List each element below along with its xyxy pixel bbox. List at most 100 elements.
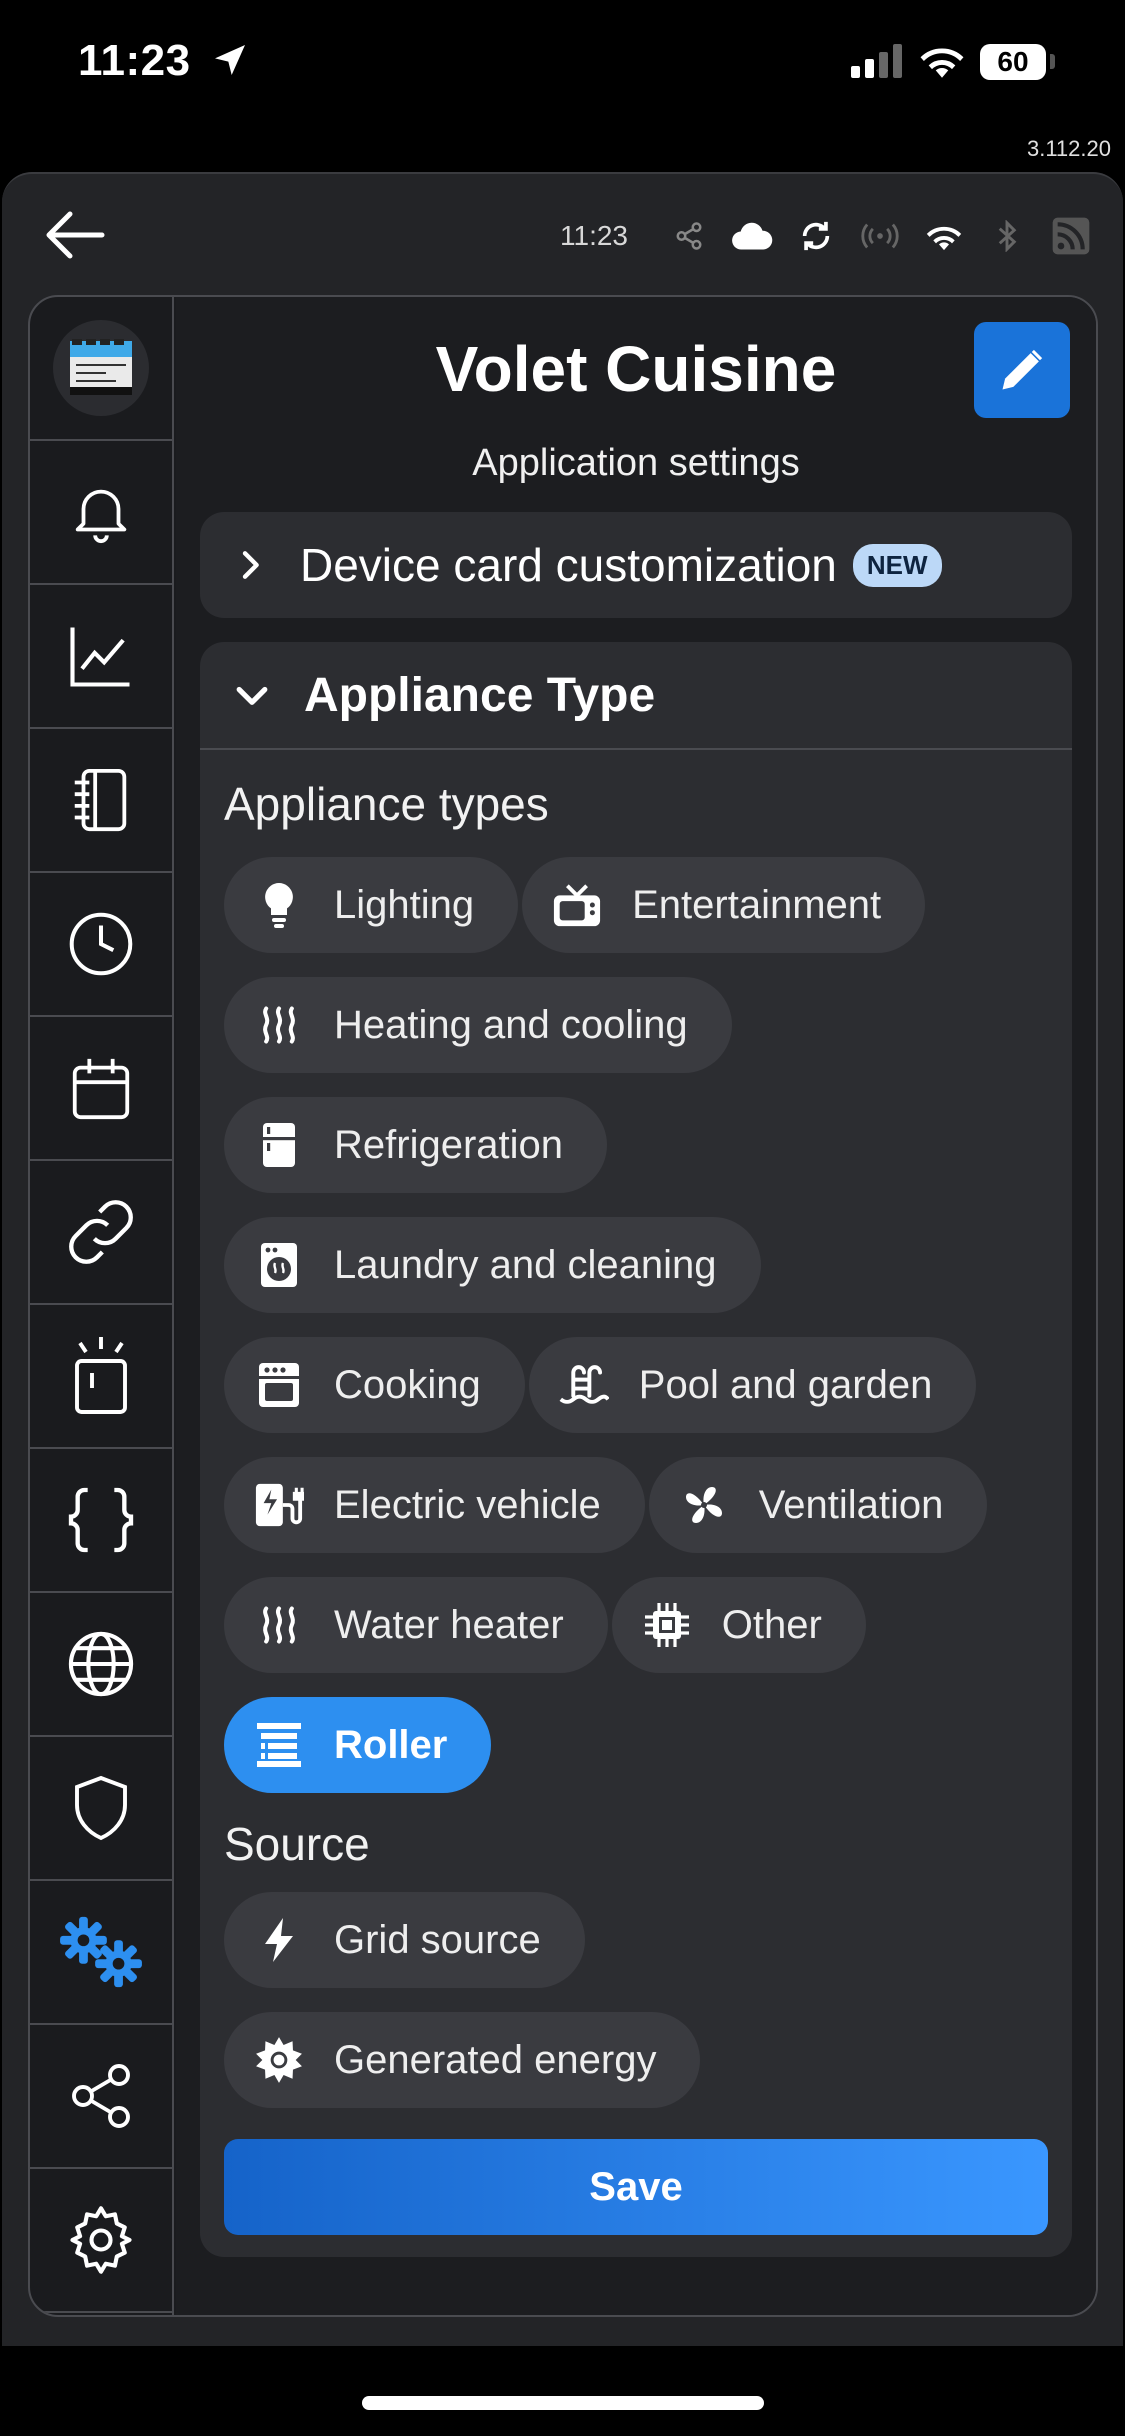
chip-label: Laundry and cleaning [334, 1242, 717, 1287]
globe-icon [68, 1631, 134, 1697]
main-content: Volet Cuisine Application settings Devic… [176, 297, 1096, 2315]
chip-grid-source[interactable]: Grid source [224, 1892, 585, 1988]
bell-icon [75, 489, 127, 544]
chip-electric-vehicle[interactable]: Electric vehicle [224, 1457, 645, 1553]
chip-label: Entertainment [632, 882, 882, 927]
location-arrow-icon [215, 45, 245, 75]
home-indicator[interactable] [362, 2396, 764, 2410]
braces-icon [68, 1487, 134, 1553]
device-panel: Volet Cuisine Application settings Devic… [28, 295, 1098, 2317]
sidebar-item-links[interactable] [30, 1161, 172, 1305]
sidebar-item-charts[interactable] [30, 585, 172, 729]
link-icon [69, 1200, 133, 1264]
broadcast-icon [848, 214, 912, 258]
edit-button[interactable] [974, 322, 1070, 418]
notebook-icon [74, 768, 127, 832]
battery-indicator: 60 [980, 44, 1046, 80]
save-button[interactable]: Save [224, 2139, 1048, 2235]
chart-icon [70, 627, 130, 687]
new-badge: NEW [852, 543, 942, 587]
appliance-type-section: Appliance Type Appliance types Lighting … [200, 642, 1072, 2257]
sync-icon [784, 214, 848, 258]
source-title: Source [224, 1818, 370, 1870]
status-time: 11:23 [78, 36, 191, 85]
chip-label: Water heater [334, 1602, 564, 1647]
back-arrow-icon[interactable] [40, 200, 110, 270]
chip-label: Ventilation [758, 1482, 944, 1527]
sidebar-item-settings[interactable] [30, 2169, 172, 2313]
chip-label: Grid source [334, 1917, 541, 1962]
section-label: Appliance Type [304, 668, 656, 722]
device-avatar [53, 320, 149, 416]
bolt-icon [254, 1915, 304, 1965]
blinds-icon [254, 1720, 304, 1770]
device-clock: 11:23 [560, 220, 628, 251]
sidebar-item-actions[interactable] [30, 1305, 172, 1449]
sidebar-item-security[interactable] [30, 1737, 172, 1881]
home-indicator-area [0, 2346, 1125, 2436]
sidebar-item-sharing[interactable] [30, 2025, 172, 2169]
chip-label: Cooking [334, 1362, 481, 1407]
pencil-icon [1002, 349, 1043, 390]
tv-icon [552, 880, 602, 930]
rss-icon [1039, 214, 1103, 258]
battery-nub [1050, 54, 1055, 69]
cellular-signal-icon [851, 44, 902, 78]
fridge-icon [254, 1120, 304, 1170]
device-status-toolbar: 11:23 [560, 214, 1103, 258]
chip-label: Electric vehicle [334, 1482, 601, 1527]
sun-icon [254, 2035, 304, 2085]
page-subtitle: Application settings [472, 442, 800, 484]
ev-charger-icon [254, 1480, 304, 1530]
chip-label: Generated energy [334, 2037, 657, 2082]
appliance-type-header[interactable]: Appliance Type [200, 642, 1072, 750]
chip-label: Refrigeration [334, 1122, 564, 1167]
sidebar-item-internet[interactable] [30, 1593, 172, 1737]
oven-icon [254, 1360, 304, 1410]
bulb-icon [254, 880, 304, 930]
shield-icon [75, 1775, 127, 1841]
wifi-icon [920, 48, 964, 78]
chip-generated-energy[interactable]: Generated energy [224, 2012, 701, 2108]
chip-roller[interactable]: Roller [224, 1697, 492, 1793]
chip-ventilation[interactable]: Ventilation [648, 1457, 988, 1553]
chip-heating-and-cooling[interactable]: Heating and cooling [224, 977, 732, 1073]
sidebar [30, 297, 174, 2315]
chip-label: Other [721, 1602, 822, 1647]
chip-water-heater[interactable]: Water heater [224, 1577, 608, 1673]
page-title: Volet Cuisine [435, 333, 837, 405]
app-version: 3.112.20 [1026, 136, 1111, 161]
chevron-right-icon [242, 551, 259, 579]
share-icon [72, 2064, 130, 2128]
gear-icon [70, 2206, 132, 2274]
chip-label: Heating and cooling [334, 1002, 688, 1047]
device-card-customization-section[interactable]: Device card customization NEW [200, 512, 1072, 618]
appliance-type-chips: Lighting Entertainment Heating and cooli… [224, 857, 1052, 1817]
sidebar-item-calendar[interactable] [30, 1017, 172, 1161]
chip-laundry-and-cleaning[interactable]: Laundry and cleaning [224, 1217, 761, 1313]
sidebar-item-scripts[interactable] [30, 1449, 172, 1593]
ios-status-bar: 11:23 60 [0, 0, 1125, 125]
bluetooth-icon [975, 214, 1039, 258]
chip-entertainment[interactable]: Entertainment [522, 857, 926, 953]
wifi-icon [912, 214, 976, 258]
chip-pool-and-garden[interactable]: Pool and garden [528, 1337, 977, 1433]
chip-label: Pool and garden [638, 1362, 933, 1407]
sidebar-item-app-settings[interactable] [30, 1881, 172, 2025]
sidebar-item-logs[interactable] [30, 729, 172, 873]
appliance-types-title: Appliance types [224, 778, 549, 830]
button-press-icon [75, 1337, 127, 1414]
washer-icon [254, 1240, 304, 1290]
chip-refrigeration[interactable]: Refrigeration [224, 1097, 608, 1193]
heat-icon [254, 1000, 304, 1050]
calendar-icon [72, 1058, 130, 1120]
chip-icon [642, 1600, 692, 1650]
chip-lighting[interactable]: Lighting [224, 857, 519, 953]
sidebar-item-schedule[interactable] [30, 873, 172, 1017]
chip-other[interactable]: Other [611, 1577, 866, 1673]
sidebar-item-device[interactable] [30, 297, 172, 441]
cloud-icon [720, 214, 784, 258]
fan-icon [679, 1480, 729, 1530]
chip-cooking[interactable]: Cooking [224, 1337, 525, 1433]
sidebar-item-notifications[interactable] [30, 441, 172, 585]
